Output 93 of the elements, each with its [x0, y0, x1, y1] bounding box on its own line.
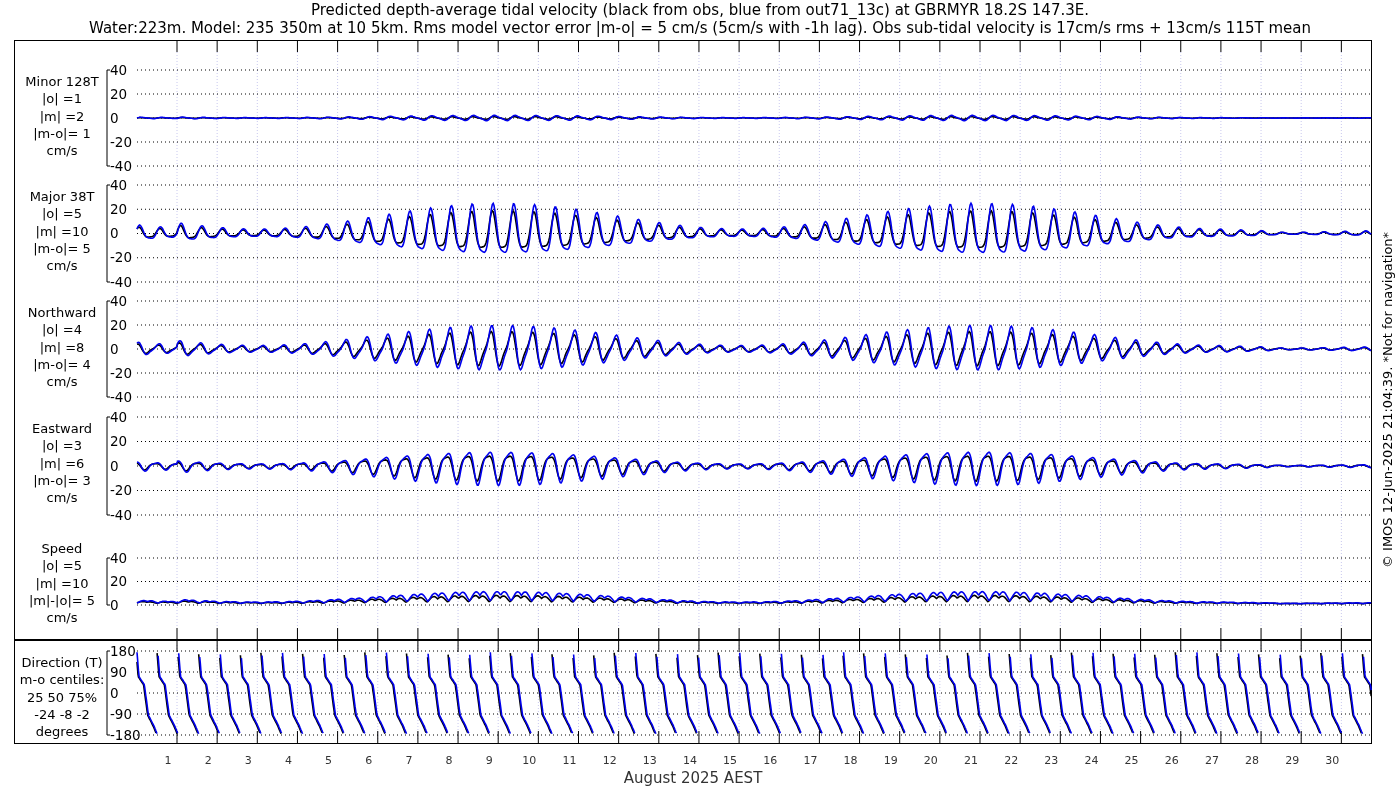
chart-title: Water:223m. Model: 235 350m at 10 5km. Rms model vector error |m-o| = 5 cm/s (5cm/s with -1h lag). Obs sub-tidal velocity is 17cm/s rms + 13cm/s 115T mean [89, 19, 1311, 37]
panel-label: |o| =3 [42, 438, 82, 454]
axis-tick-label: 0 [110, 109, 119, 126]
axis-tick-label: 0 [110, 225, 119, 241]
axis-tick-label: 8 [445, 754, 453, 767]
panel-label: |m-o|= 4 [33, 356, 91, 372]
panel-label: Northward [27, 305, 97, 320]
axis-tick-label: 17 [803, 754, 818, 767]
axis-tick-label: 40 [110, 292, 128, 309]
axis-tick-label: 29 [1285, 754, 1300, 767]
axis-tick-label: 7 [405, 754, 413, 767]
axis-tick-label: 6 [365, 754, 373, 767]
panel-label: degrees [35, 724, 89, 740]
axis-tick-label: 9 [485, 754, 493, 767]
y-axis [106, 557, 111, 606]
panel-label: |m-o|= 5 [33, 240, 91, 256]
axis-tick-label: 14 [682, 754, 697, 767]
axis-tick-label: 40 [110, 549, 128, 566]
axis-tick-label: 20 [923, 754, 938, 767]
axis-tick-label: 20 [110, 200, 128, 217]
axis-tick-label: 12 [602, 754, 617, 767]
axis-tick-label: 10 [522, 754, 537, 767]
panel-label: Major 38T [29, 189, 95, 204]
panel-label: |m-o|= 1 [33, 125, 91, 141]
panel-label: 25 50 75% [26, 689, 98, 705]
axis-tick-label: 13 [642, 754, 657, 767]
panel-label: |m| =10 [35, 223, 89, 239]
panel-label: cm/s [46, 610, 78, 626]
panel-label: cm/s [46, 490, 78, 506]
axis-tick-label: 20 [110, 573, 128, 589]
axis-tick-label: -40 [110, 506, 133, 523]
axis-tick-label: -20 [110, 482, 133, 498]
axis-tick-label: 1 [164, 754, 172, 767]
axis-tick-label: 0 [110, 684, 119, 701]
panel-label: |o| =1 [42, 91, 82, 107]
axis-tick-label: -20 [110, 249, 133, 266]
chart-title: Predicted depth-average tidal velocity (black from obs, blue from out71_13c) at GBRMYR 18.2S 147.3E. [311, 1, 1089, 19]
axis-tick-label: 4 [284, 754, 292, 767]
axis-tick-label: 11 [562, 754, 577, 767]
axis-tick-label: 19 [883, 754, 898, 767]
axis-tick-label: 0 [110, 340, 119, 357]
panel-label: |m| =2 [39, 108, 85, 124]
axis-tick-label: -90 [110, 705, 133, 722]
axis-tick-label: 3 [244, 754, 252, 767]
axis-tick-label: 23 [1044, 754, 1059, 767]
panel-label: cm/s [46, 258, 78, 274]
axis-tick-label: 24 [1084, 754, 1099, 767]
axis-tick-label: 0 [110, 596, 119, 613]
axis-tick-label: 20 [110, 316, 128, 333]
panel-label: Minor 128T [25, 74, 99, 89]
axis-tick-label: -20 [110, 133, 133, 150]
panel-label: |o| =5 [42, 558, 82, 574]
axis-tick-label: -180 [110, 726, 141, 743]
axis-tick-label: 40 [110, 176, 128, 193]
axis-tick-label: 40 [110, 61, 128, 78]
axis-tick-label: -40 [110, 157, 133, 174]
axis-tick-label: 18 [843, 754, 858, 767]
panel-label: Speed [41, 541, 83, 556]
axis-tick-label: 2 [204, 754, 212, 767]
axis-tick-label: 5 [325, 754, 333, 767]
axis-tick-label: 28 [1245, 754, 1260, 767]
panel-label: |m| =6 [39, 455, 85, 471]
panel-label: |m| =10 [35, 575, 89, 591]
panel-label: |o| =5 [42, 206, 82, 222]
axis-tick-label: 27 [1204, 754, 1219, 767]
axis-tick-label: 0 [110, 457, 119, 474]
credit-note: © IMOS 12-Jun-2025 21:04:39. *Not for navigation* [1380, 231, 1395, 569]
axis-tick-label: 26 [1164, 754, 1179, 767]
panel-label: m-o centiles: [19, 672, 105, 688]
axis-tick-label: -40 [110, 273, 133, 290]
axis-tick-label: 180 [110, 642, 136, 659]
axis-tick-label: 15 [723, 754, 738, 767]
panel-label: cm/s [46, 374, 78, 390]
axis-tick-label: -20 [110, 364, 133, 381]
axis-tick-label: 22 [1004, 754, 1019, 767]
panel-label: -24 -8 -2 [34, 706, 90, 722]
axis-tick-label: 40 [110, 408, 128, 425]
axis-tick-label: 25 [1124, 754, 1139, 767]
axis-tick-label: 20 [110, 433, 128, 449]
panel-label: |m| =8 [39, 339, 85, 355]
panel-label: Direction (T) [21, 655, 103, 670]
panel-label: cm/s [46, 143, 78, 159]
panel-label: |o| =4 [42, 322, 82, 338]
axis-tick-label: 21 [964, 754, 978, 767]
axis-tick-label: 30 [1325, 754, 1340, 767]
panel-label: |m|-|o|= 5 [28, 592, 96, 608]
axis-title: August 2025 AEST [623, 769, 763, 787]
axis-tick-label: 20 [110, 85, 128, 102]
axis-tick-label: 16 [763, 754, 778, 767]
panel-label: Eastward [32, 421, 92, 436]
axis-tick-label: 90 [110, 663, 128, 680]
axis-tick-label: -40 [110, 388, 133, 405]
panel-label: |m-o|= 3 [33, 472, 91, 488]
